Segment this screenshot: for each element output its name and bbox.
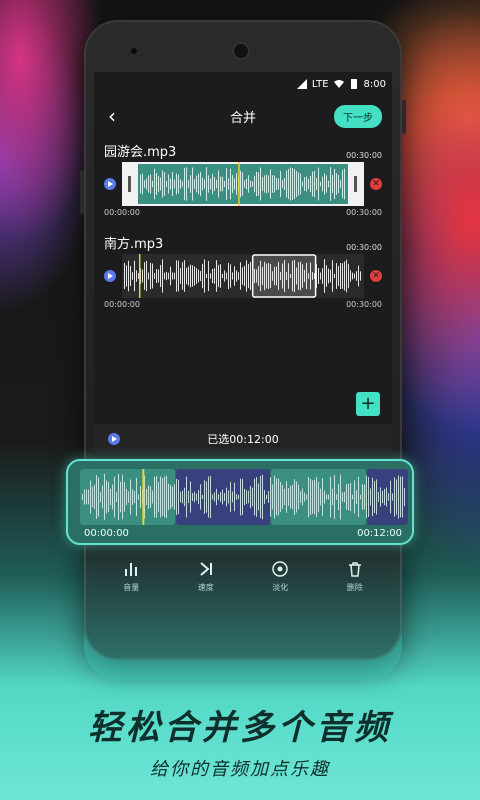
add-track-button[interactable]: + xyxy=(356,392,380,416)
phone-camera xyxy=(234,44,248,58)
play-icon[interactable] xyxy=(104,270,116,282)
track-item: 南方.mp3 00:30:00 ✕ 00:00:00 00:30:00 xyxy=(104,228,382,314)
remove-track-icon[interactable]: ✕ xyxy=(370,270,382,282)
signal-icon xyxy=(296,79,307,89)
promo-headline: 轻松合并多个音频 xyxy=(88,708,392,748)
track-item: 园游会.mp3 00:30:00 ✕ 00:00:00 00:30:00 xyxy=(104,136,382,222)
merged-timeline[interactable]: 00:00:00 00:12:00 xyxy=(66,459,414,545)
phone-side-button xyxy=(80,170,84,214)
nav-bar: ‹ 合并 下一步 xyxy=(94,96,392,136)
track-end-time: 00:30:00 xyxy=(346,208,382,217)
track-start-time: 00:00:00 xyxy=(104,300,140,309)
merged-start-time: 00:00:00 xyxy=(84,528,129,539)
phone-side-button xyxy=(402,100,406,134)
remove-track-icon[interactable]: ✕ xyxy=(370,178,382,190)
next-step-button[interactable]: 下一步 xyxy=(334,104,382,128)
selected-duration: 已选00:12:00 xyxy=(207,433,279,446)
waveform-graphic xyxy=(122,162,364,206)
merged-end-time: 00:12:00 xyxy=(357,528,402,539)
network-label: LTE xyxy=(311,78,329,90)
play-icon[interactable] xyxy=(104,178,116,190)
track-waveform[interactable] xyxy=(122,162,364,206)
status-time: 8:00 xyxy=(363,78,386,90)
back-arrow-icon[interactable]: ‹ xyxy=(108,106,128,126)
status-bar: LTE 8:00 xyxy=(94,72,392,96)
phone-sensor xyxy=(131,48,137,54)
track-waveform[interactable] xyxy=(122,254,364,298)
waveform-graphic xyxy=(122,254,364,298)
wifi-icon xyxy=(333,80,344,88)
track-duration: 00:30:00 xyxy=(346,151,382,160)
track-end-time: 00:30:00 xyxy=(346,300,382,309)
track-start-time: 00:00:00 xyxy=(104,208,140,217)
track-name: 园游会.mp3 xyxy=(104,145,177,160)
track-name: 南方.mp3 xyxy=(104,237,164,252)
merged-waveform xyxy=(80,469,408,525)
promo-subline: 给你的音频加点乐趣 xyxy=(150,759,330,780)
battery-icon xyxy=(350,79,357,89)
track-duration: 00:30:00 xyxy=(346,243,382,252)
selected-bar: 已选00:12:00 xyxy=(94,424,392,454)
